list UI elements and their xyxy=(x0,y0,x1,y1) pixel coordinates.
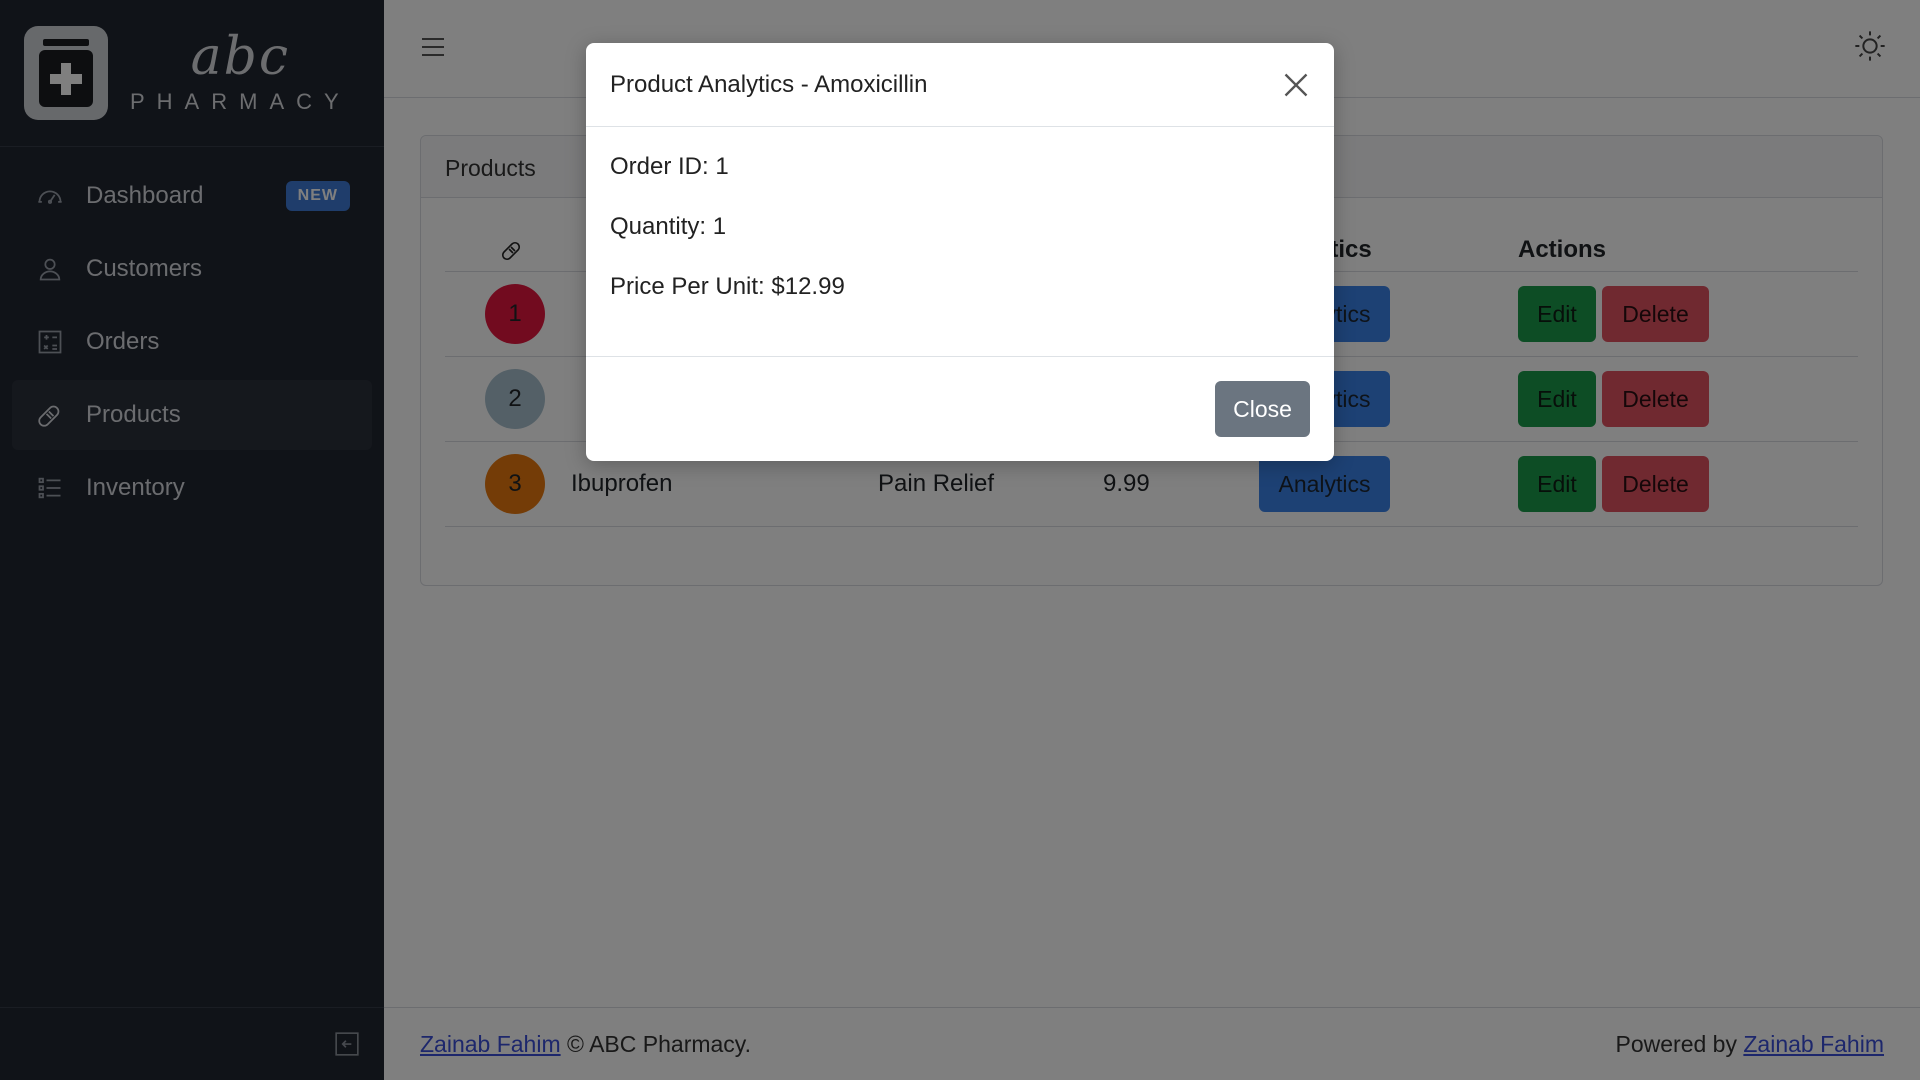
modal-body: Order ID: 1 Quantity: 1 Price Per Unit: … xyxy=(586,127,1334,357)
modal-title: Product Analytics - Amoxicillin xyxy=(610,70,928,98)
order-id-text: Order ID: 1 xyxy=(610,153,729,180)
close-button[interactable]: Close xyxy=(1215,381,1310,437)
modal-footer: Close xyxy=(586,357,1334,461)
product-analytics-modal: Product Analytics - Amoxicillin Order ID… xyxy=(586,43,1334,461)
close-icon[interactable] xyxy=(1282,71,1310,99)
quantity-text: Quantity: 1 xyxy=(610,213,727,240)
modal-header: Product Analytics - Amoxicillin xyxy=(586,43,1334,127)
price-per-unit-text: Price Per Unit: $12.99 xyxy=(610,273,845,300)
